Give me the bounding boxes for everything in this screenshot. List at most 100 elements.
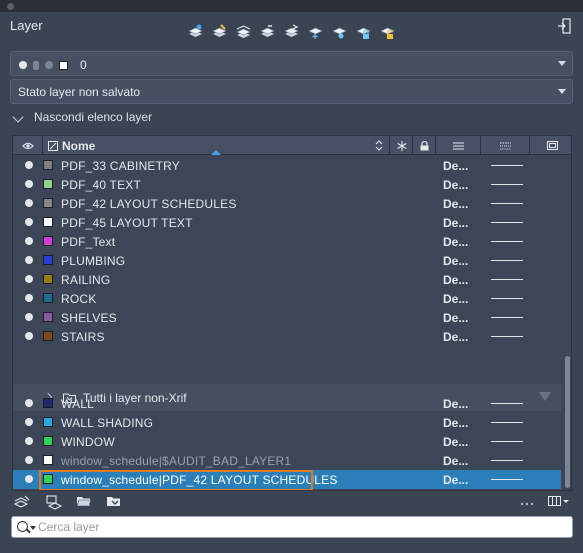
layer-linetype[interactable]: De... [443, 473, 468, 487]
open-folder-icon[interactable] [76, 495, 94, 511]
layer-visibility-toggle[interactable] [25, 218, 33, 226]
hide-layer-list-toggle[interactable]: Nascondi elenco layer [10, 109, 573, 127]
layer-freeze-icon[interactable] [306, 22, 325, 41]
layer-row[interactable]: PDF_33 CABINETRY De... [13, 156, 561, 175]
layer-previous-icon[interactable] [258, 22, 277, 41]
layer-linetype[interactable]: De... [443, 397, 468, 411]
scrollbar-thumb[interactable] [565, 356, 570, 488]
layer-linetype[interactable]: De... [443, 416, 468, 430]
layer-lineweight-line[interactable] [491, 298, 523, 299]
layer-color-swatch[interactable] [43, 331, 53, 341]
layer-row[interactable]: WALL De... [13, 394, 561, 413]
layer-visibility-toggle[interactable] [25, 437, 33, 445]
column-visibility[interactable] [13, 136, 43, 155]
search-input[interactable] [38, 519, 558, 535]
layer-lineweight-line[interactable] [491, 279, 523, 280]
layer-lineweight-line[interactable] [491, 317, 523, 318]
chevron-down-icon[interactable] [30, 526, 36, 530]
layer-color-swatch[interactable] [43, 179, 53, 189]
layer-color-swatch[interactable] [43, 293, 53, 303]
layer-row[interactable]: PLUMBING De... [13, 251, 561, 270]
layer-linetype[interactable]: De... [443, 197, 468, 211]
layer-color-swatch[interactable] [43, 160, 53, 170]
layer-linetype[interactable]: De... [443, 454, 468, 468]
layer-properties-icon[interactable] [186, 22, 205, 41]
layer-off-icon[interactable] [330, 22, 349, 41]
layer-lineweight-line[interactable] [491, 241, 523, 242]
layer-visibility-toggle[interactable] [25, 294, 33, 302]
more-options-icon[interactable] [520, 495, 538, 511]
layer-row[interactable]: PDF_40 TEXT De... [13, 175, 561, 194]
layer-row[interactable]: PDF_45 LAYOUT TEXT De... [13, 213, 561, 232]
layer-lineweight-line[interactable] [491, 260, 523, 261]
layer-row[interactable]: STAIRS De... [13, 327, 561, 346]
layer-visibility-toggle[interactable] [25, 199, 33, 207]
layer-linetype[interactable]: De... [443, 235, 468, 249]
layer-visibility-toggle[interactable] [25, 456, 33, 464]
layer-color-swatch[interactable] [43, 236, 53, 246]
layer-linetype[interactable]: De... [443, 292, 468, 306]
current-layer-dropdown[interactable]: 0 [10, 51, 573, 76]
layer-lineweight-line[interactable] [491, 165, 523, 166]
layer-linetype[interactable]: De... [443, 273, 468, 287]
layer-linetype[interactable]: De... [443, 178, 468, 192]
layer-lock-icon[interactable] [354, 22, 373, 41]
layer-color-swatch[interactable] [43, 417, 53, 427]
layer-walk-icon[interactable] [282, 22, 301, 41]
layer-linetype[interactable]: De... [443, 216, 468, 230]
layer-visibility-toggle[interactable] [25, 313, 33, 321]
layer-lineweight-line[interactable] [491, 460, 523, 461]
layer-visibility-toggle[interactable] [25, 399, 33, 407]
layer-lineweight-line[interactable] [491, 403, 523, 404]
layer-lineweight-line[interactable] [491, 184, 523, 185]
search-layer-box[interactable] [11, 516, 573, 538]
layer-row[interactable]: window_schedule|$AUDIT_BAD_LAYER1 De... [13, 451, 561, 470]
layer-color-swatch[interactable] [43, 274, 53, 284]
layer-lineweight-line[interactable] [491, 222, 523, 223]
layer-state-dropdown[interactable]: Stato layer non salvato [10, 79, 573, 104]
column-plot[interactable] [531, 136, 571, 155]
layer-linetype[interactable]: De... [443, 311, 468, 325]
new-layer-icon[interactable] [13, 495, 32, 511]
layer-visibility-toggle[interactable] [25, 275, 33, 283]
column-lock[interactable] [414, 136, 436, 155]
column-freeze[interactable] [391, 136, 413, 155]
layer-visibility-toggle[interactable] [25, 237, 33, 245]
layer-color-swatch[interactable] [43, 398, 53, 408]
layer-lineweight-line[interactable] [491, 336, 523, 337]
layer-row[interactable]: WINDOW De... [13, 432, 561, 451]
match-layer-icon[interactable] [234, 22, 253, 41]
layer-linetype[interactable]: De... [443, 159, 468, 173]
layer-row[interactable]: PDF_42 LAYOUT SCHEDULES De... [13, 194, 561, 213]
layer-visibility-toggle[interactable] [25, 180, 33, 188]
layer-lineweight-line[interactable] [491, 203, 523, 204]
layer-unlock-icon[interactable] [378, 22, 397, 41]
layer-lineweight-line[interactable] [491, 422, 523, 423]
column-lineweight[interactable] [482, 136, 530, 155]
columns-menu-icon[interactable] [548, 495, 572, 511]
layer-linetype[interactable]: De... [443, 330, 468, 344]
layer-lineweight-line[interactable] [491, 441, 523, 442]
layer-color-swatch[interactable] [43, 198, 53, 208]
layer-linetype[interactable]: De... [443, 254, 468, 268]
layer-row[interactable]: window_schedule|PDF_42 LAYOUT SCHEDULES D… [13, 470, 561, 490]
layer-row[interactable]: RAILING De... [13, 270, 561, 289]
layer-row[interactable]: SHELVES De... [13, 308, 561, 327]
make-current-icon[interactable] [210, 22, 229, 41]
layer-row[interactable]: ROCK De... [13, 289, 561, 308]
layer-color-swatch[interactable] [43, 312, 53, 322]
layer-visibility-toggle[interactable] [25, 332, 33, 340]
close-window-icon[interactable] [7, 3, 14, 10]
group-filter-icon[interactable] [106, 495, 124, 511]
layer-list-scrollbar[interactable] [563, 156, 571, 490]
layer-lineweight-line[interactable] [491, 479, 523, 480]
layer-visibility-toggle[interactable] [25, 475, 33, 483]
layer-color-swatch[interactable] [43, 217, 53, 227]
layer-visibility-toggle[interactable] [25, 256, 33, 264]
layer-linetype[interactable]: De... [443, 435, 468, 449]
layer-visibility-toggle[interactable] [25, 161, 33, 169]
dock-panel-icon[interactable] [557, 18, 571, 34]
new-layer-vp-frozen-icon[interactable] [46, 495, 64, 511]
layer-color-swatch[interactable] [43, 436, 53, 446]
layer-visibility-toggle[interactable] [25, 418, 33, 426]
